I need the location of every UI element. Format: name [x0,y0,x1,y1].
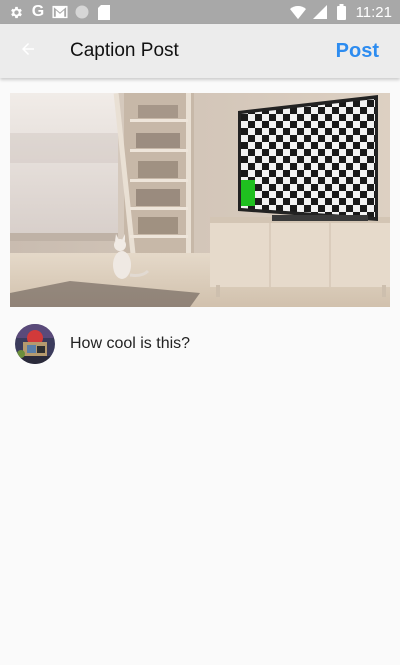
status-bar: G 11:21 [0,0,400,24]
post-photo [10,93,390,307]
caption-field[interactable] [70,324,380,364]
gmail-icon [52,4,68,20]
wifi-icon [289,4,306,20]
status-bar-left: G [8,0,112,24]
page-title: Caption Post [70,40,179,61]
battery-icon [334,4,350,20]
status-bar-right: 11:21 [289,0,392,24]
arrow-left-icon [19,40,37,63]
post-button[interactable]: Post [336,24,379,78]
app-bar: Caption Post Post [0,24,400,78]
back-button[interactable] [10,33,46,69]
status-time: 11:21 [355,3,392,21]
signal-icon [312,4,328,20]
gear-icon [8,4,24,20]
caption-row [15,324,385,364]
avatar[interactable] [15,324,55,364]
circle-icon [74,4,90,20]
google-icon: G [31,3,45,20]
sd-card-icon [96,4,112,20]
